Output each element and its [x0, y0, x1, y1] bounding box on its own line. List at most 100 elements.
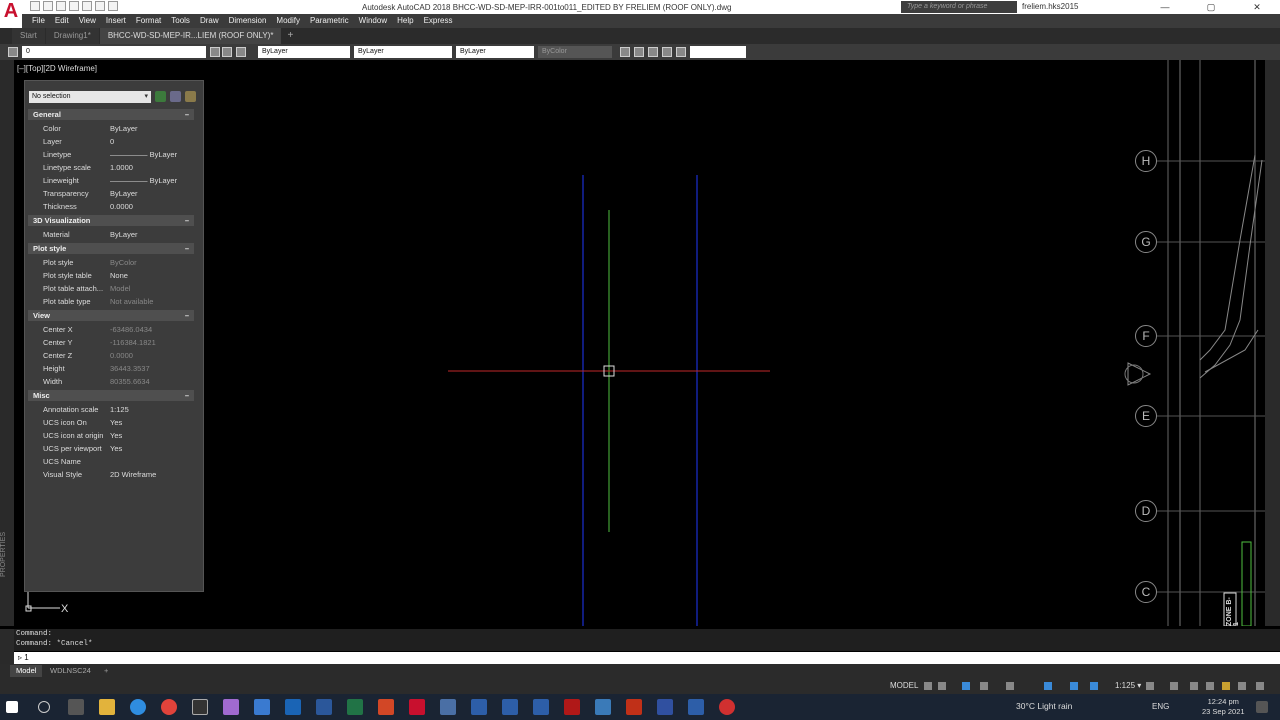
property-row[interactable]: Plot style ByColor — [28, 256, 194, 269]
property-row[interactable]: Center Y -116384.1821 — [28, 336, 194, 349]
menu-item-window[interactable]: Window — [357, 14, 395, 28]
app-icon-2[interactable] — [440, 699, 456, 715]
tool-icon-4[interactable] — [662, 47, 672, 57]
property-row[interactable]: Material ByLayer — [28, 228, 194, 241]
color-dropdown[interactable]: ByLayer — [258, 46, 350, 58]
search-icon[interactable] — [38, 701, 50, 713]
tab-wdlnsc24[interactable]: WDLNSC24 — [44, 665, 97, 677]
polar-icon[interactable] — [980, 682, 988, 690]
layer-dropdown[interactable]: 0 — [22, 46, 206, 58]
clean-screen-icon[interactable] — [1238, 682, 1246, 690]
layer-previous-icon[interactable] — [236, 47, 246, 57]
menu-item-insert[interactable]: Insert — [104, 14, 134, 28]
menu-item-express[interactable]: Express — [422, 14, 461, 28]
lineweight-dropdown[interactable]: ByLayer — [456, 46, 534, 58]
file-explorer-icon[interactable] — [99, 699, 115, 715]
plot-icon[interactable] — [82, 1, 92, 11]
menu-item-file[interactable]: File — [30, 14, 53, 28]
chrome-icon[interactable] — [161, 699, 177, 715]
revit-icon-1[interactable] — [471, 699, 487, 715]
tool-icon-3[interactable] — [648, 47, 658, 57]
section-header-viz[interactable]: 3D Visualization – — [28, 215, 194, 226]
make-current-icon[interactable] — [210, 47, 220, 57]
property-row[interactable]: UCS Name — [28, 455, 194, 468]
ortho-icon[interactable] — [962, 682, 970, 690]
revit-icon-2[interactable] — [502, 699, 518, 715]
menu-item-help[interactable]: Help — [395, 14, 421, 28]
property-row[interactable]: Height 36443.3537 — [28, 362, 194, 375]
menu-item-edit[interactable]: Edit — [53, 14, 77, 28]
property-row[interactable]: Linetype scale 1.0000 — [28, 161, 194, 174]
property-row[interactable]: Visual Style 2D Wireframe — [28, 468, 194, 481]
acrobat-icon[interactable] — [626, 699, 642, 715]
hardware-accel-icon[interactable] — [1222, 682, 1230, 690]
windows-start-icon[interactable] — [6, 701, 18, 713]
excel-icon[interactable] — [347, 699, 363, 715]
notifications-icon[interactable] — [1256, 701, 1268, 713]
property-row[interactable]: Center X -63486.0434 — [28, 323, 194, 336]
collapse-icon[interactable]: – — [185, 310, 189, 321]
tool-icon-1[interactable] — [620, 47, 630, 57]
command-line-grip[interactable] — [0, 629, 14, 664]
section-header-misc[interactable]: Misc – — [28, 390, 194, 401]
pdf-icon[interactable] — [564, 699, 580, 715]
layer-properties-icon[interactable] — [8, 47, 18, 57]
blank-dropdown[interactable] — [690, 46, 746, 58]
mail-icon[interactable] — [254, 699, 270, 715]
linetype-dropdown[interactable]: ByLayer — [354, 46, 452, 58]
language-indicator[interactable]: ENG — [1152, 702, 1169, 711]
user-signin[interactable]: freliem.hks2015 — [1022, 2, 1078, 11]
property-row[interactable]: Width 80355.6634 — [28, 375, 194, 388]
snap-icon[interactable] — [938, 682, 946, 690]
revit-icon-3[interactable] — [533, 699, 549, 715]
property-row[interactable]: Lineweight ————— ByLayer — [28, 174, 194, 187]
selection-dropdown[interactable]: No selection — [29, 91, 151, 103]
menu-item-parametric[interactable]: Parametric — [308, 14, 357, 28]
save-as-icon[interactable] — [69, 1, 79, 11]
menu-item-view[interactable]: View — [77, 14, 104, 28]
property-row[interactable]: Linetype ————— ByLayer — [28, 148, 194, 161]
section-header-plot[interactable]: Plot style – — [28, 243, 194, 254]
minimize-button[interactable]: — — [1142, 0, 1188, 14]
weather-widget[interactable]: 30°C Light rain — [1016, 701, 1072, 711]
collapse-icon[interactable]: – — [185, 109, 189, 120]
section-header-view[interactable]: View – — [28, 310, 194, 321]
isolate-icon[interactable] — [1206, 682, 1214, 690]
photos-icon[interactable] — [595, 699, 611, 715]
property-row[interactable]: Plot table type Not available — [28, 295, 194, 308]
annotation-monitor-icon[interactable] — [1170, 682, 1178, 690]
property-row[interactable]: Transparency ByLayer — [28, 187, 194, 200]
grid-icon[interactable] — [924, 682, 932, 690]
property-row[interactable]: Plot table attach... Model — [28, 282, 194, 295]
store-icon[interactable] — [192, 699, 208, 715]
save-icon[interactable] — [56, 1, 66, 11]
tab-model[interactable]: Model — [10, 665, 43, 677]
command-input[interactable]: ▹ 1 — [14, 652, 1280, 664]
autocad-logo-icon[interactable]: A — [0, 0, 22, 30]
menu-item-format[interactable]: Format — [134, 14, 169, 28]
property-row[interactable]: UCS per viewport Yes — [28, 442, 194, 455]
file-tab[interactable]: Start — [12, 28, 45, 44]
select-objects-icon[interactable] — [170, 91, 181, 102]
clock[interactable]: 12:24 pm 23 Sep 2021 — [1202, 697, 1245, 717]
close-button[interactable]: ✕ — [1234, 0, 1280, 14]
annotation-scale[interactable]: 1:125 ▾ — [1115, 681, 1141, 690]
property-row[interactable]: Color ByLayer — [28, 122, 194, 135]
property-row[interactable]: Plot style table None — [28, 269, 194, 282]
navisworks-icon[interactable] — [657, 699, 673, 715]
redo-icon[interactable] — [108, 1, 118, 11]
property-row[interactable]: Layer 0 — [28, 135, 194, 148]
customize-menu-icon[interactable] — [1256, 682, 1264, 690]
word-icon[interactable] — [316, 699, 332, 715]
plotstyle-dropdown[interactable]: ByColor — [538, 46, 612, 58]
annotation-visibility-icon[interactable] — [1070, 682, 1078, 690]
auto-scale-icon[interactable] — [1090, 682, 1098, 690]
osnap-icon[interactable] — [1006, 682, 1014, 690]
tool-icon-5[interactable] — [676, 47, 686, 57]
new-tab-button[interactable]: + — [282, 28, 298, 44]
model-space-toggle[interactable]: MODEL — [890, 681, 918, 690]
menu-item-draw[interactable]: Draw — [198, 14, 227, 28]
collapse-icon[interactable]: – — [185, 390, 189, 401]
menu-item-modify[interactable]: Modify — [274, 14, 308, 28]
property-row[interactable]: UCS icon at origin Yes — [28, 429, 194, 442]
